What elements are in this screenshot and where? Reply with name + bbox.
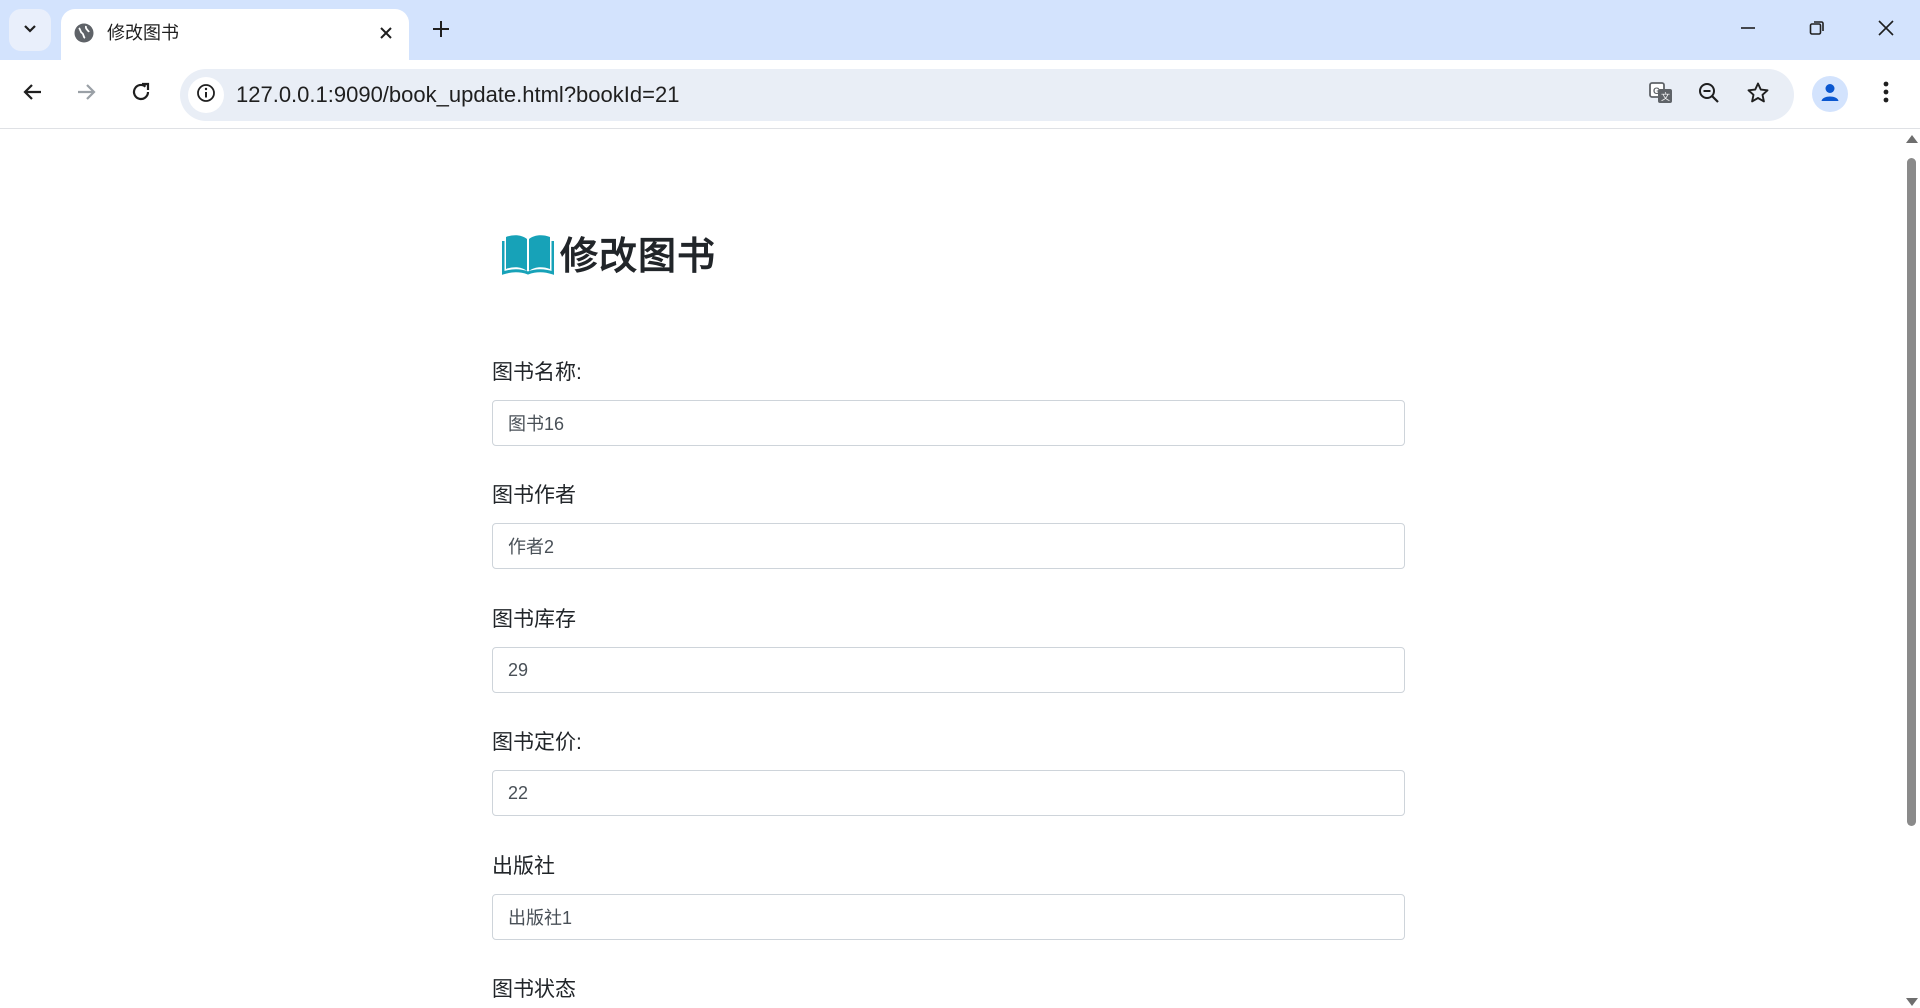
more-vert-icon [1882, 80, 1890, 109]
zoom-button[interactable] [1691, 77, 1727, 113]
active-tab[interactable]: 修改图书 [61, 9, 409, 60]
page-title: 修改图书 [560, 235, 717, 278]
minimize-icon [1739, 19, 1757, 42]
profile-button[interactable] [1812, 76, 1848, 112]
restore-icon [1808, 19, 1826, 42]
scroll-thumb[interactable] [1907, 158, 1916, 826]
tab-strip: 修改图书 [0, 0, 1920, 60]
tab-search-button[interactable] [9, 9, 51, 51]
publisher-input[interactable] [492, 894, 1405, 940]
star-icon [1746, 81, 1770, 110]
vertical-scrollbar[interactable] [1903, 130, 1920, 1008]
book-author-label: 图书作者 [492, 484, 576, 507]
tab-title: 修改图书 [107, 23, 179, 43]
arrow-right-icon [75, 81, 97, 108]
info-icon [196, 83, 216, 108]
globe-icon [72, 21, 96, 45]
book-stock-label: 图书库存 [492, 608, 576, 631]
address-bar[interactable]: 127.0.0.1:9090/book_update.html?bookId=2… [180, 69, 1794, 121]
close-window-button[interactable] [1851, 0, 1920, 60]
new-tab-button[interactable] [423, 13, 459, 49]
publisher-label: 出版社 [492, 855, 555, 878]
book-icon [502, 229, 554, 275]
minimize-button[interactable] [1713, 0, 1782, 60]
reload-button[interactable] [119, 72, 163, 116]
site-info-button[interactable] [188, 77, 224, 113]
book-status-field: 图书状态 [492, 975, 1405, 1005]
svg-text:G: G [1653, 86, 1660, 96]
avatar-icon [1819, 81, 1841, 108]
zoom-out-icon [1697, 81, 1721, 110]
book-price-field: 图书定价: [492, 728, 1405, 816]
book-stock-field: 图书库存 [492, 605, 1405, 693]
page-viewport: 修改图书 图书名称: 图书作者 图书库存 图书定价: 出版社 图书状态 [0, 130, 1920, 1008]
book-name-input[interactable] [492, 400, 1405, 446]
book-name-label: 图书名称: [492, 361, 582, 384]
plus-icon [431, 19, 451, 44]
bookmark-button[interactable] [1740, 77, 1776, 113]
restore-button[interactable] [1782, 0, 1851, 60]
arrow-left-icon [22, 81, 44, 108]
book-price-label: 图书定价: [492, 731, 582, 754]
back-button[interactable] [11, 72, 55, 116]
translate-button[interactable]: G文 [1643, 77, 1679, 113]
page-heading: 修改图书 [502, 226, 716, 278]
scroll-down-arrow[interactable] [1906, 998, 1918, 1006]
book-status-label: 图书状态 [492, 978, 576, 1001]
chevron-down-icon [22, 20, 38, 41]
browser-toolbar: 127.0.0.1:9090/book_update.html?bookId=2… [0, 60, 1920, 129]
browser-menu-button[interactable] [1868, 72, 1904, 116]
forward-button[interactable] [64, 72, 108, 116]
publisher-field: 出版社 [492, 852, 1405, 940]
url-text: 127.0.0.1:9090/book_update.html?bookId=2… [236, 82, 680, 107]
close-icon [1877, 19, 1895, 42]
book-author-input[interactable] [492, 523, 1405, 569]
svg-text:文: 文 [1661, 91, 1670, 103]
scroll-up-arrow[interactable] [1906, 135, 1918, 143]
book-price-input[interactable] [492, 770, 1405, 816]
book-stock-input[interactable] [492, 647, 1405, 693]
translate-icon: G文 [1648, 80, 1674, 111]
reload-icon [130, 81, 152, 108]
book-author-field: 图书作者 [492, 481, 1405, 569]
book-name-field: 图书名称: [492, 358, 1405, 446]
close-tab-icon[interactable] [371, 18, 401, 48]
